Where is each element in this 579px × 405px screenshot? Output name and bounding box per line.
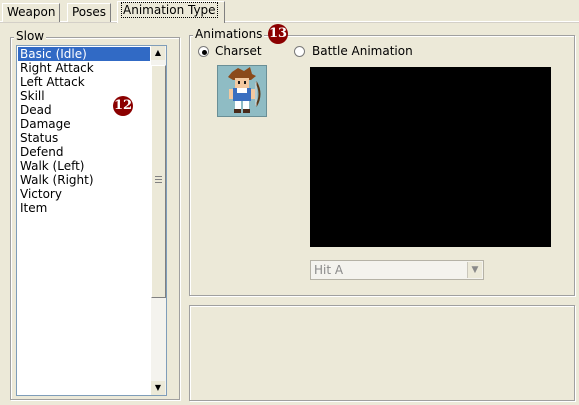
charset-radio-label: Charset	[215, 44, 262, 58]
character-sprite-icon	[228, 67, 261, 113]
pose-list-item[interactable]: Damage	[18, 117, 150, 131]
charset-radio[interactable]	[198, 46, 209, 57]
details-panel	[189, 305, 575, 401]
pose-list-item[interactable]: Basic (Idle)	[18, 47, 150, 61]
chevron-down-icon[interactable]: ▼	[467, 262, 482, 278]
tab-poses-label: Poses	[72, 5, 107, 19]
tab-animation-type-label: Animation Type	[121, 2, 218, 18]
scroll-down-arrow-icon[interactable]: ▼	[151, 381, 165, 395]
pose-list-item[interactable]: Defend	[18, 145, 150, 159]
battle-animation-radio-label: Battle Animation	[312, 44, 413, 58]
animation-combo-value: Hit A	[314, 263, 344, 277]
pose-list-item[interactable]: Walk (Left)	[18, 159, 150, 173]
pose-list-item[interactable]: Status	[18, 131, 150, 145]
tab-weapon[interactable]: Weapon	[2, 3, 61, 22]
pose-listbox[interactable]: Basic (Idle) Right Attack Left Attack Skill…	[16, 45, 167, 396]
callout-badge-12: 12	[113, 96, 133, 116]
battle-animation-radio[interactable]	[294, 46, 305, 57]
callout-badge-13: 13	[268, 24, 288, 44]
pose-list-item[interactable]: Right Attack	[18, 61, 150, 75]
animation-preview-canvas[interactable]	[310, 67, 551, 247]
tab-weapon-label: Weapon	[7, 5, 56, 19]
pose-list-item[interactable]: Left Attack	[18, 75, 150, 89]
pose-list-item[interactable]: Item	[18, 201, 150, 215]
slow-group-legend: Slow	[14, 29, 47, 43]
scroll-up-arrow-icon[interactable]: ▲	[151, 46, 165, 60]
pose-list-item[interactable]: Victory	[18, 187, 150, 201]
tab-animation-type[interactable]: Animation Type	[117, 1, 225, 23]
animation-combo[interactable]: Hit A ▼	[310, 260, 484, 280]
tab-poses[interactable]: Poses	[67, 3, 112, 22]
pose-list-scrollbar[interactable]: ▲ ▼	[151, 46, 166, 395]
pose-list: Basic (Idle) Right Attack Left Attack Skill…	[18, 47, 150, 215]
pose-list-item[interactable]: Walk (Right)	[18, 173, 150, 187]
scrollbar-thumb[interactable]	[151, 65, 166, 298]
tab-strip-divider-shadow	[0, 22, 579, 23]
animations-group-legend: Animations	[193, 27, 265, 41]
charset-preview[interactable]	[217, 65, 267, 117]
